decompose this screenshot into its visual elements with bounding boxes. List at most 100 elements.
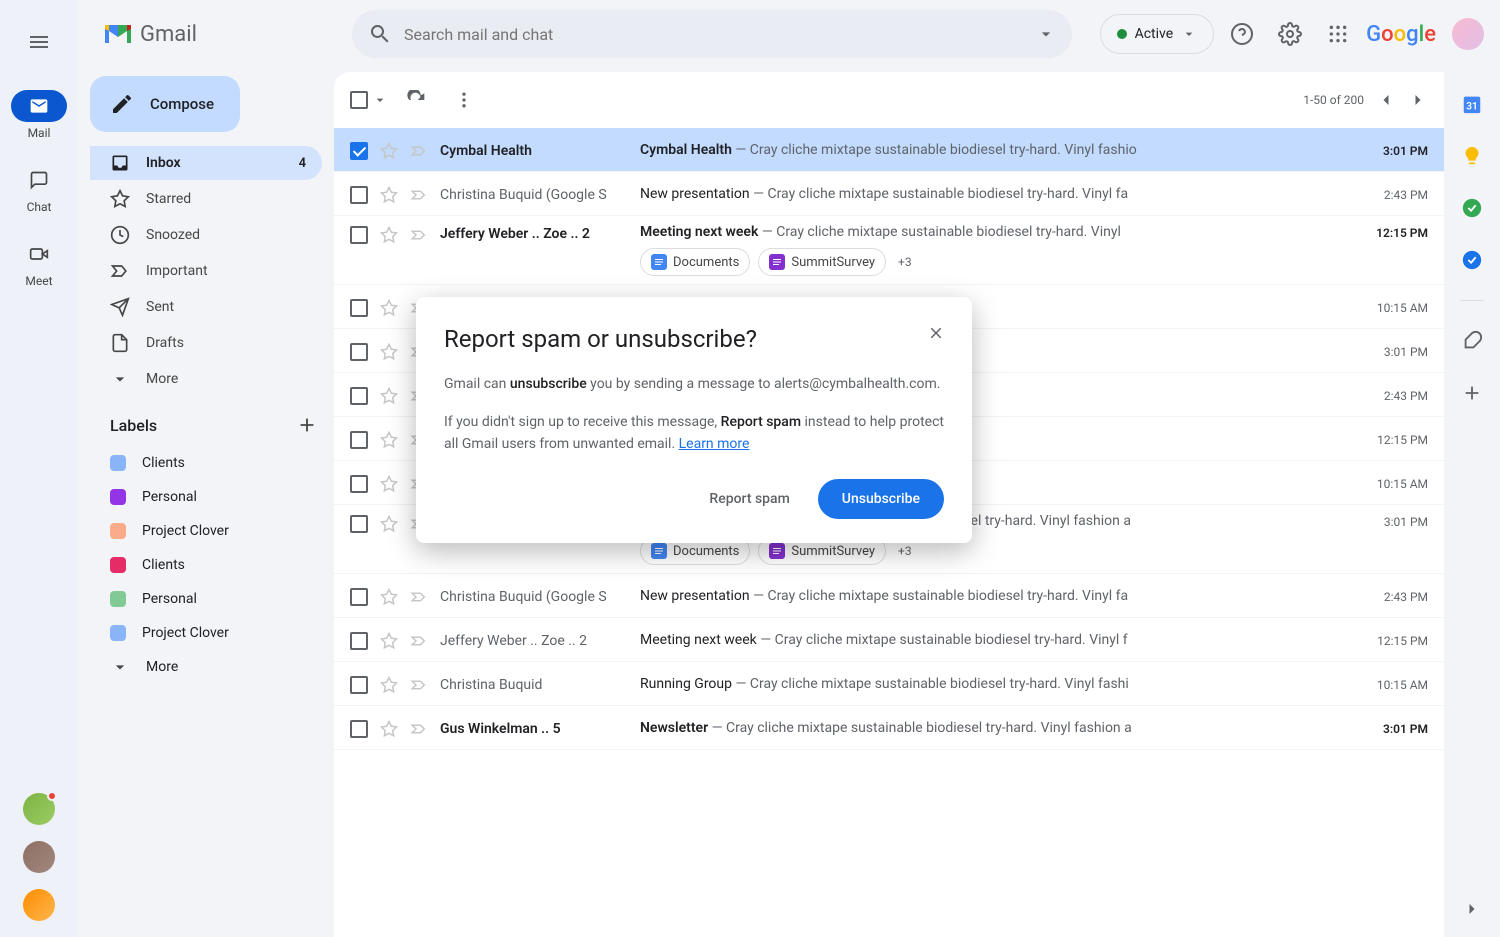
important-icon[interactable] — [410, 676, 428, 694]
nav-snoozed[interactable]: Snoozed — [90, 218, 322, 252]
menu-icon[interactable] — [15, 18, 63, 66]
close-icon[interactable] — [920, 317, 952, 349]
mail-subject: Newsletter — Cray cliche mixtape sustain… — [640, 720, 1358, 736]
add-label-icon[interactable] — [296, 414, 318, 436]
next-page-icon[interactable] — [1408, 90, 1428, 110]
row-checkbox[interactable] — [350, 588, 368, 606]
rail-avatar-3[interactable] — [23, 889, 55, 921]
calendar-icon[interactable]: 31 — [1460, 92, 1484, 116]
mail-row[interactable]: Gus Winkelman .. 5Newsletter — Cray clic… — [334, 706, 1444, 750]
sidebar: Compose Inbox 4 Starred Snoozed Importan… — [78, 68, 334, 937]
row-checkbox[interactable] — [350, 226, 368, 244]
important-icon[interactable] — [410, 588, 428, 606]
report-spam-button[interactable]: Report spam — [689, 479, 809, 519]
nav-important[interactable]: Important — [90, 254, 322, 288]
star-icon[interactable] — [380, 343, 398, 361]
mail-row[interactable]: Christina BuquidRunning Group — Cray cli… — [334, 662, 1444, 706]
label-swatch-icon — [110, 455, 126, 471]
important-icon[interactable] — [410, 142, 428, 160]
rail-mail[interactable]: Mail — [0, 90, 78, 140]
refresh-icon[interactable] — [396, 80, 436, 120]
label-item[interactable]: Project Clover — [90, 616, 334, 650]
label-item[interactable]: Project Clover — [90, 514, 334, 548]
star-icon[interactable] — [380, 186, 398, 204]
nav-sent[interactable]: Sent — [90, 290, 322, 324]
search-input[interactable] — [404, 25, 1024, 44]
addons-icon[interactable] — [1460, 329, 1484, 353]
search-dropdown-icon[interactable] — [1036, 24, 1056, 44]
label-item[interactable]: Personal — [90, 480, 334, 514]
star-icon[interactable] — [380, 299, 398, 317]
mail-time: 2:43 PM — [1358, 588, 1428, 604]
rail-meet[interactable]: Meet — [0, 238, 78, 288]
rail-avatar-2[interactable] — [23, 841, 55, 873]
sent-icon — [110, 297, 130, 317]
label-item[interactable]: More — [90, 650, 334, 684]
settings-icon[interactable] — [1270, 14, 1310, 54]
contacts-icon[interactable] — [1460, 248, 1484, 272]
learn-more-link[interactable]: Learn more — [679, 436, 750, 452]
mail-row[interactable]: Christina Buquid (Google SNew presentati… — [334, 574, 1444, 618]
important-icon[interactable] — [410, 632, 428, 650]
mail-time: 3:01 PM — [1358, 720, 1428, 736]
google-logo[interactable]: Google — [1366, 22, 1436, 47]
row-checkbox[interactable] — [350, 186, 368, 204]
mail-toolbar: 1-50 of 200 — [334, 72, 1444, 128]
rail-chat[interactable]: Chat — [0, 164, 78, 214]
label-item[interactable]: Personal — [90, 582, 334, 616]
important-icon[interactable] — [410, 186, 428, 204]
attachment-chip[interactable]: SummitSurvey — [758, 248, 886, 276]
star-icon[interactable] — [380, 475, 398, 493]
account-avatar[interactable] — [1452, 18, 1484, 50]
status-button[interactable]: Active — [1100, 14, 1215, 54]
select-all[interactable] — [350, 91, 388, 109]
star-icon[interactable] — [380, 720, 398, 738]
row-checkbox[interactable] — [350, 387, 368, 405]
star-icon[interactable] — [380, 632, 398, 650]
mail-row[interactable]: Jeffery Weber .. Zoe .. 2Meeting next we… — [334, 216, 1444, 285]
add-icon[interactable] — [1460, 381, 1484, 405]
attachment-chip[interactable]: Documents — [640, 248, 750, 276]
row-checkbox[interactable] — [350, 676, 368, 694]
mail-row[interactable]: Christina Buquid (Google SNew presentati… — [334, 172, 1444, 216]
row-checkbox[interactable] — [350, 515, 368, 533]
star-icon[interactable] — [380, 431, 398, 449]
mail-chips: DocumentsSummitSurvey+3 — [640, 248, 1358, 276]
star-icon[interactable] — [380, 142, 398, 160]
mail-row[interactable]: Jeffery Weber .. Zoe .. 2Meeting next we… — [334, 618, 1444, 662]
nav-inbox[interactable]: Inbox 4 — [90, 146, 322, 180]
label-item[interactable]: Clients — [90, 446, 334, 480]
row-checkbox[interactable] — [350, 431, 368, 449]
prev-page-icon[interactable] — [1376, 90, 1396, 110]
star-icon[interactable] — [380, 676, 398, 694]
help-icon[interactable] — [1222, 14, 1262, 54]
mail-sender: Jeffery Weber .. Zoe .. 2 — [440, 631, 640, 649]
unsubscribe-button[interactable]: Unsubscribe — [818, 479, 944, 519]
row-checkbox[interactable] — [350, 343, 368, 361]
star-icon[interactable] — [380, 588, 398, 606]
star-icon[interactable] — [380, 387, 398, 405]
tasks-icon[interactable] — [1460, 196, 1484, 220]
row-checkbox[interactable] — [350, 299, 368, 317]
row-checkbox[interactable] — [350, 632, 368, 650]
search-bar[interactable] — [352, 10, 1072, 58]
star-icon[interactable] — [380, 226, 398, 244]
mail-row[interactable]: Cymbal HealthCymbal Health — Cray cliche… — [334, 128, 1444, 172]
nav-starred[interactable]: Starred — [90, 182, 322, 216]
nav-more[interactable]: More — [90, 362, 322, 396]
collapse-panel-icon[interactable] — [1460, 897, 1484, 921]
rail-avatar-1[interactable] — [23, 793, 55, 825]
row-checkbox[interactable] — [350, 142, 368, 160]
nav-drafts[interactable]: Drafts — [90, 326, 322, 360]
compose-button[interactable]: Compose — [90, 76, 240, 132]
row-checkbox[interactable] — [350, 475, 368, 493]
gmail-logo[interactable]: Gmail — [102, 22, 197, 47]
apps-icon[interactable] — [1318, 14, 1358, 54]
star-icon[interactable] — [380, 515, 398, 533]
more-icon[interactable] — [444, 80, 484, 120]
important-icon[interactable] — [410, 226, 428, 244]
row-checkbox[interactable] — [350, 720, 368, 738]
important-icon[interactable] — [410, 720, 428, 738]
label-item[interactable]: Clients — [90, 548, 334, 582]
keep-icon[interactable] — [1460, 144, 1484, 168]
